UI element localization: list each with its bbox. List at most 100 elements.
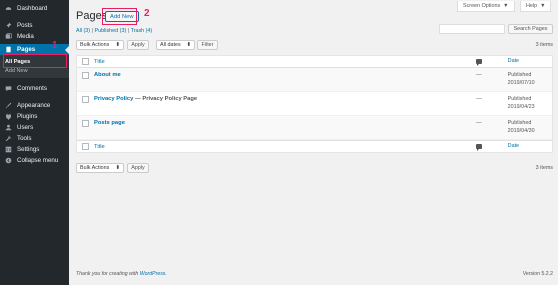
annotation-number-1: 1 — [52, 40, 58, 51]
date-filter-label: All dates — [160, 42, 181, 48]
filter-separator: | — [127, 28, 130, 34]
sidebar-item-label: Plugins — [17, 113, 38, 120]
sidebar-item-label: Collapse menu — [17, 157, 59, 164]
page-status: Published — [507, 120, 532, 126]
sidebar-item-label: Appearance — [17, 102, 51, 109]
comment-count: — — [476, 72, 482, 78]
annotation-number-2: 2 — [144, 8, 150, 19]
pin-icon — [5, 22, 12, 29]
table-header-row: Title Date — [77, 56, 552, 68]
sidebar-item-appearance[interactable]: Appearance — [0, 100, 69, 111]
sidebar-item-tools[interactable]: Tools — [0, 133, 69, 144]
table-row: Privacy Policy — Privacy Policy Page — P… — [77, 92, 552, 116]
comment-count: — — [476, 120, 482, 126]
table-footer-row: Title Date — [77, 140, 552, 152]
collapse-icon — [5, 157, 12, 164]
page-status: Published — [507, 96, 532, 102]
page-title-link[interactable]: Privacy Policy — [94, 96, 133, 102]
footer-thanks-text: Thank you for creating with — [76, 271, 140, 277]
column-title-header[interactable]: Title — [94, 59, 476, 65]
screen-options-label: Screen Options — [463, 3, 501, 9]
sidebar-item-label: Media — [17, 33, 34, 40]
current-menu-arrow — [65, 46, 69, 54]
sidebar-item-users[interactable]: Users — [0, 122, 69, 133]
column-date-footer[interactable]: Date — [508, 143, 552, 151]
caret-down-icon: ▼ — [503, 3, 509, 9]
page-date: 2019/07/10 — [507, 79, 535, 86]
row-checkbox[interactable] — [82, 72, 89, 79]
sidebar-item-dashboard[interactable]: Dashboard — [0, 3, 69, 14]
status-filter-links: All (3) | Published (3) | Trash (4) — [76, 28, 152, 34]
filter-trash[interactable]: Trash (4) — [131, 28, 153, 34]
comment-count: — — [476, 96, 482, 102]
table-row: Posts page — Published 2019/04/30 — [77, 116, 552, 140]
search-pages-button[interactable]: Search Pages — [508, 24, 553, 34]
select-arrows-icon: ⬍ — [186, 42, 191, 48]
sidebar-item-label: Posts — [17, 22, 33, 29]
bulk-actions-label: Bulk Actions — [80, 42, 110, 48]
row-checkbox[interactable] — [82, 96, 89, 103]
filter-button[interactable]: Filter — [197, 40, 218, 50]
help-button[interactable]: Help ▼ — [520, 1, 552, 12]
column-title-footer[interactable]: Title — [94, 144, 476, 150]
caret-down-icon: ▼ — [540, 3, 546, 9]
pages-icon — [5, 46, 12, 53]
sidebar-item-label: Tools — [17, 135, 32, 142]
search-pages-input[interactable] — [439, 24, 505, 34]
items-count-bottom: 3 items — [535, 165, 553, 171]
help-label: Help — [526, 3, 538, 9]
page-status: Published — [507, 72, 532, 78]
select-all-checkbox[interactable] — [82, 143, 89, 150]
filter-separator: | — [91, 28, 93, 34]
sidebar-item-settings[interactable]: Settings — [0, 144, 69, 155]
date-filter-select[interactable]: All dates ⬍ — [156, 40, 195, 50]
select-arrows-icon: ⬍ — [115, 42, 120, 48]
sidebar-item-plugins[interactable]: Plugins — [0, 111, 69, 122]
bulk-actions-select-bottom[interactable]: Bulk Actions ⬍ — [76, 163, 124, 173]
plug-icon — [5, 113, 12, 120]
select-all-checkbox[interactable] — [82, 58, 89, 65]
page-state: — Privacy Policy Page — [133, 96, 198, 102]
sidebar-item-label: Users — [17, 124, 34, 131]
bulk-actions-label: Bulk Actions — [80, 165, 110, 171]
page-title-link[interactable]: About me — [94, 72, 121, 78]
sidebar-item-media[interactable]: Media — [0, 31, 69, 42]
column-date-header[interactable]: Date — [508, 58, 552, 66]
admin-sidebar: Dashboard Posts Media Pages All Pages Ad… — [0, 0, 69, 285]
comment-bubble-icon — [476, 59, 483, 66]
dashboard-icon — [5, 5, 12, 12]
sidebar-item-comments[interactable]: Comments — [0, 83, 69, 94]
screen-options-button[interactable]: Screen Options ▼ — [457, 1, 515, 12]
sidebar-item-label: Comments — [17, 85, 47, 92]
pages-table: Title Date About me — Published 2019/07/… — [76, 55, 553, 153]
brush-icon — [5, 102, 12, 109]
bulk-actions-select[interactable]: Bulk Actions ⬍ — [76, 40, 124, 50]
highlight-add-new-button — [102, 8, 137, 25]
filter-all[interactable]: All (3) — [76, 28, 90, 34]
sidebar-item-label: Settings — [17, 146, 40, 153]
page-date: 2019/04/23 — [507, 103, 535, 110]
sidebar-item-label: Pages — [17, 46, 36, 53]
user-icon — [5, 124, 12, 131]
settings-icon — [5, 146, 12, 153]
collapse-menu-button[interactable]: Collapse menu — [0, 155, 69, 166]
wordpress-link[interactable]: WordPress — [140, 271, 166, 277]
comment-icon — [5, 85, 12, 92]
comments-column-footer — [476, 144, 508, 151]
footer-thanks: Thank you for creating with WordPress. — [76, 271, 167, 277]
filter-published[interactable]: Published (3) — [94, 28, 126, 34]
page-title-link[interactable]: Posts page — [94, 120, 125, 126]
comments-column-header — [476, 59, 508, 66]
items-count: 3 items — [535, 42, 553, 48]
media-icon — [5, 33, 12, 40]
page-date: 2019/04/30 — [507, 127, 535, 134]
row-checkbox[interactable] — [82, 120, 89, 127]
sidebar-item-posts[interactable]: Posts — [0, 20, 69, 31]
footer-version: Version 5.2.2 — [522, 271, 553, 277]
apply-button-bottom[interactable]: Apply — [127, 163, 149, 173]
footer-thanks-end: . — [165, 271, 167, 277]
select-arrows-icon: ⬍ — [115, 165, 120, 171]
apply-button[interactable]: Apply — [127, 40, 149, 50]
highlight-pages-menu — [3, 54, 67, 68]
sidebar-item-label: Dashboard — [17, 5, 48, 12]
